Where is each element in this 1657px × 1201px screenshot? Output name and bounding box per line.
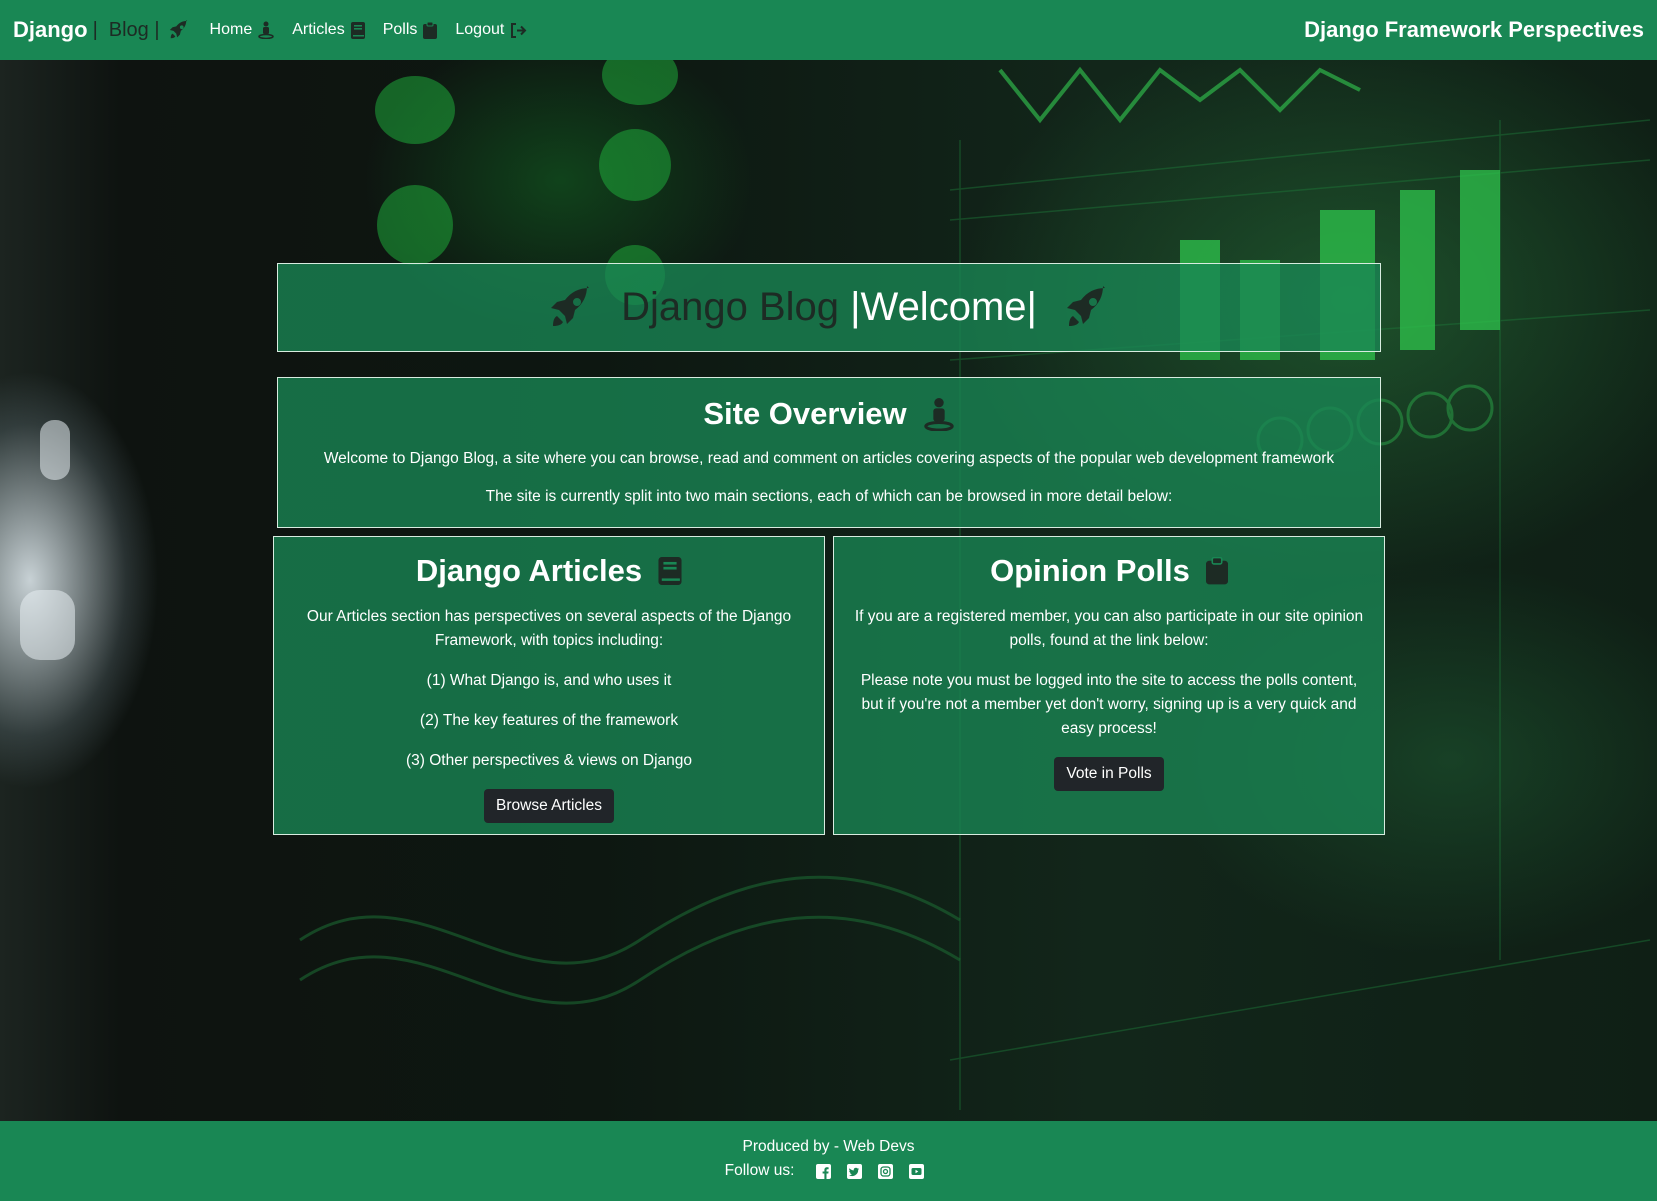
- rocket-icon: [1063, 284, 1111, 332]
- footer-credit: Produced by - Web Devs: [742, 1138, 915, 1155]
- overview-heading: Site Overview: [278, 396, 1380, 432]
- brand[interactable]: Django | Blog |: [13, 17, 210, 43]
- youtube-icon[interactable]: [909, 1163, 925, 1179]
- footer-social-row: Follow us:: [0, 1162, 1657, 1180]
- articles-topic-2: (2) The key features of the framework: [419, 712, 679, 729]
- book-icon: [350, 21, 365, 39]
- brand-separator: |: [92, 18, 98, 41]
- background-image: [0, 60, 1657, 1121]
- nav-articles-label[interactable]: Articles: [292, 21, 344, 39]
- street-view-icon: [258, 21, 275, 39]
- welcome-banner: Django Blog |Welcome|: [277, 263, 1381, 352]
- sign-out-icon: [510, 22, 527, 38]
- polls-paragraph-1: If you are a registered member, you can …: [854, 608, 1364, 649]
- nav-polls[interactable]: Polls: [383, 21, 438, 39]
- vote-in-polls-button[interactable]: Vote in Polls: [1054, 757, 1164, 791]
- welcome-title: Django Blog |Welcome|: [521, 284, 1137, 332]
- nav-home[interactable]: Home: [210, 21, 275, 39]
- polls-paragraph-2: Please note you must be logged into the …: [860, 672, 1358, 737]
- nav-links: Home Articles Polls Logout: [210, 21, 546, 39]
- twitter-icon[interactable]: [847, 1163, 863, 1179]
- book-icon: [658, 557, 682, 585]
- articles-topic-3: (3) Other perspectives & views on Django: [405, 752, 693, 769]
- site-overview-panel: Site Overview Welcome to Django Blog, a …: [277, 377, 1381, 528]
- brand-main[interactable]: Django: [13, 17, 88, 43]
- articles-topic-1: (1) What Django is, and who uses it: [426, 672, 672, 689]
- instagram-icon[interactable]: [878, 1163, 894, 1179]
- articles-intro: Our Articles section has perspectives on…: [306, 608, 792, 649]
- brand-sub[interactable]: Blog |: [109, 19, 160, 42]
- overview-title: Site Overview: [703, 396, 907, 431]
- articles-heading: Django Articles: [298, 553, 800, 589]
- polls-heading: Opinion Polls: [848, 553, 1370, 589]
- clipboard-icon: [423, 21, 438, 39]
- rocket-icon: [547, 284, 595, 332]
- nav-logout-label[interactable]: Logout: [455, 21, 504, 39]
- overview-paragraph-1: Welcome to Django Blog, a site where you…: [323, 450, 1335, 467]
- welcome-title-main: Django Blog: [621, 285, 851, 329]
- footer: Produced by - Web Devs Follow us:: [0, 1121, 1657, 1201]
- street-view-icon: [923, 397, 955, 431]
- nav-polls-label[interactable]: Polls: [383, 21, 418, 39]
- clipboard-icon: [1205, 557, 1228, 585]
- articles-title: Django Articles: [415, 553, 643, 588]
- polls-title: Opinion Polls: [990, 553, 1190, 588]
- navbar: Django | Blog | Home Articles Polls Logo…: [0, 0, 1657, 60]
- nav-articles[interactable]: Articles: [292, 21, 365, 39]
- welcome-title-highlight: |Welcome|: [850, 285, 1037, 329]
- polls-card: Opinion Polls If you are a registered me…: [833, 536, 1385, 835]
- nav-home-label[interactable]: Home: [210, 21, 253, 39]
- articles-card: Django Articles Our Articles section has…: [273, 536, 825, 835]
- rocket-icon: [168, 19, 190, 41]
- browse-articles-button[interactable]: Browse Articles: [484, 789, 614, 823]
- facebook-icon[interactable]: [816, 1163, 832, 1179]
- follow-label: Follow us:: [724, 1162, 795, 1179]
- site-tagline: Django Framework Perspectives: [1304, 17, 1644, 42]
- nav-logout[interactable]: Logout: [455, 21, 527, 39]
- overview-paragraph-2: The site is currently split into two mai…: [485, 488, 1173, 505]
